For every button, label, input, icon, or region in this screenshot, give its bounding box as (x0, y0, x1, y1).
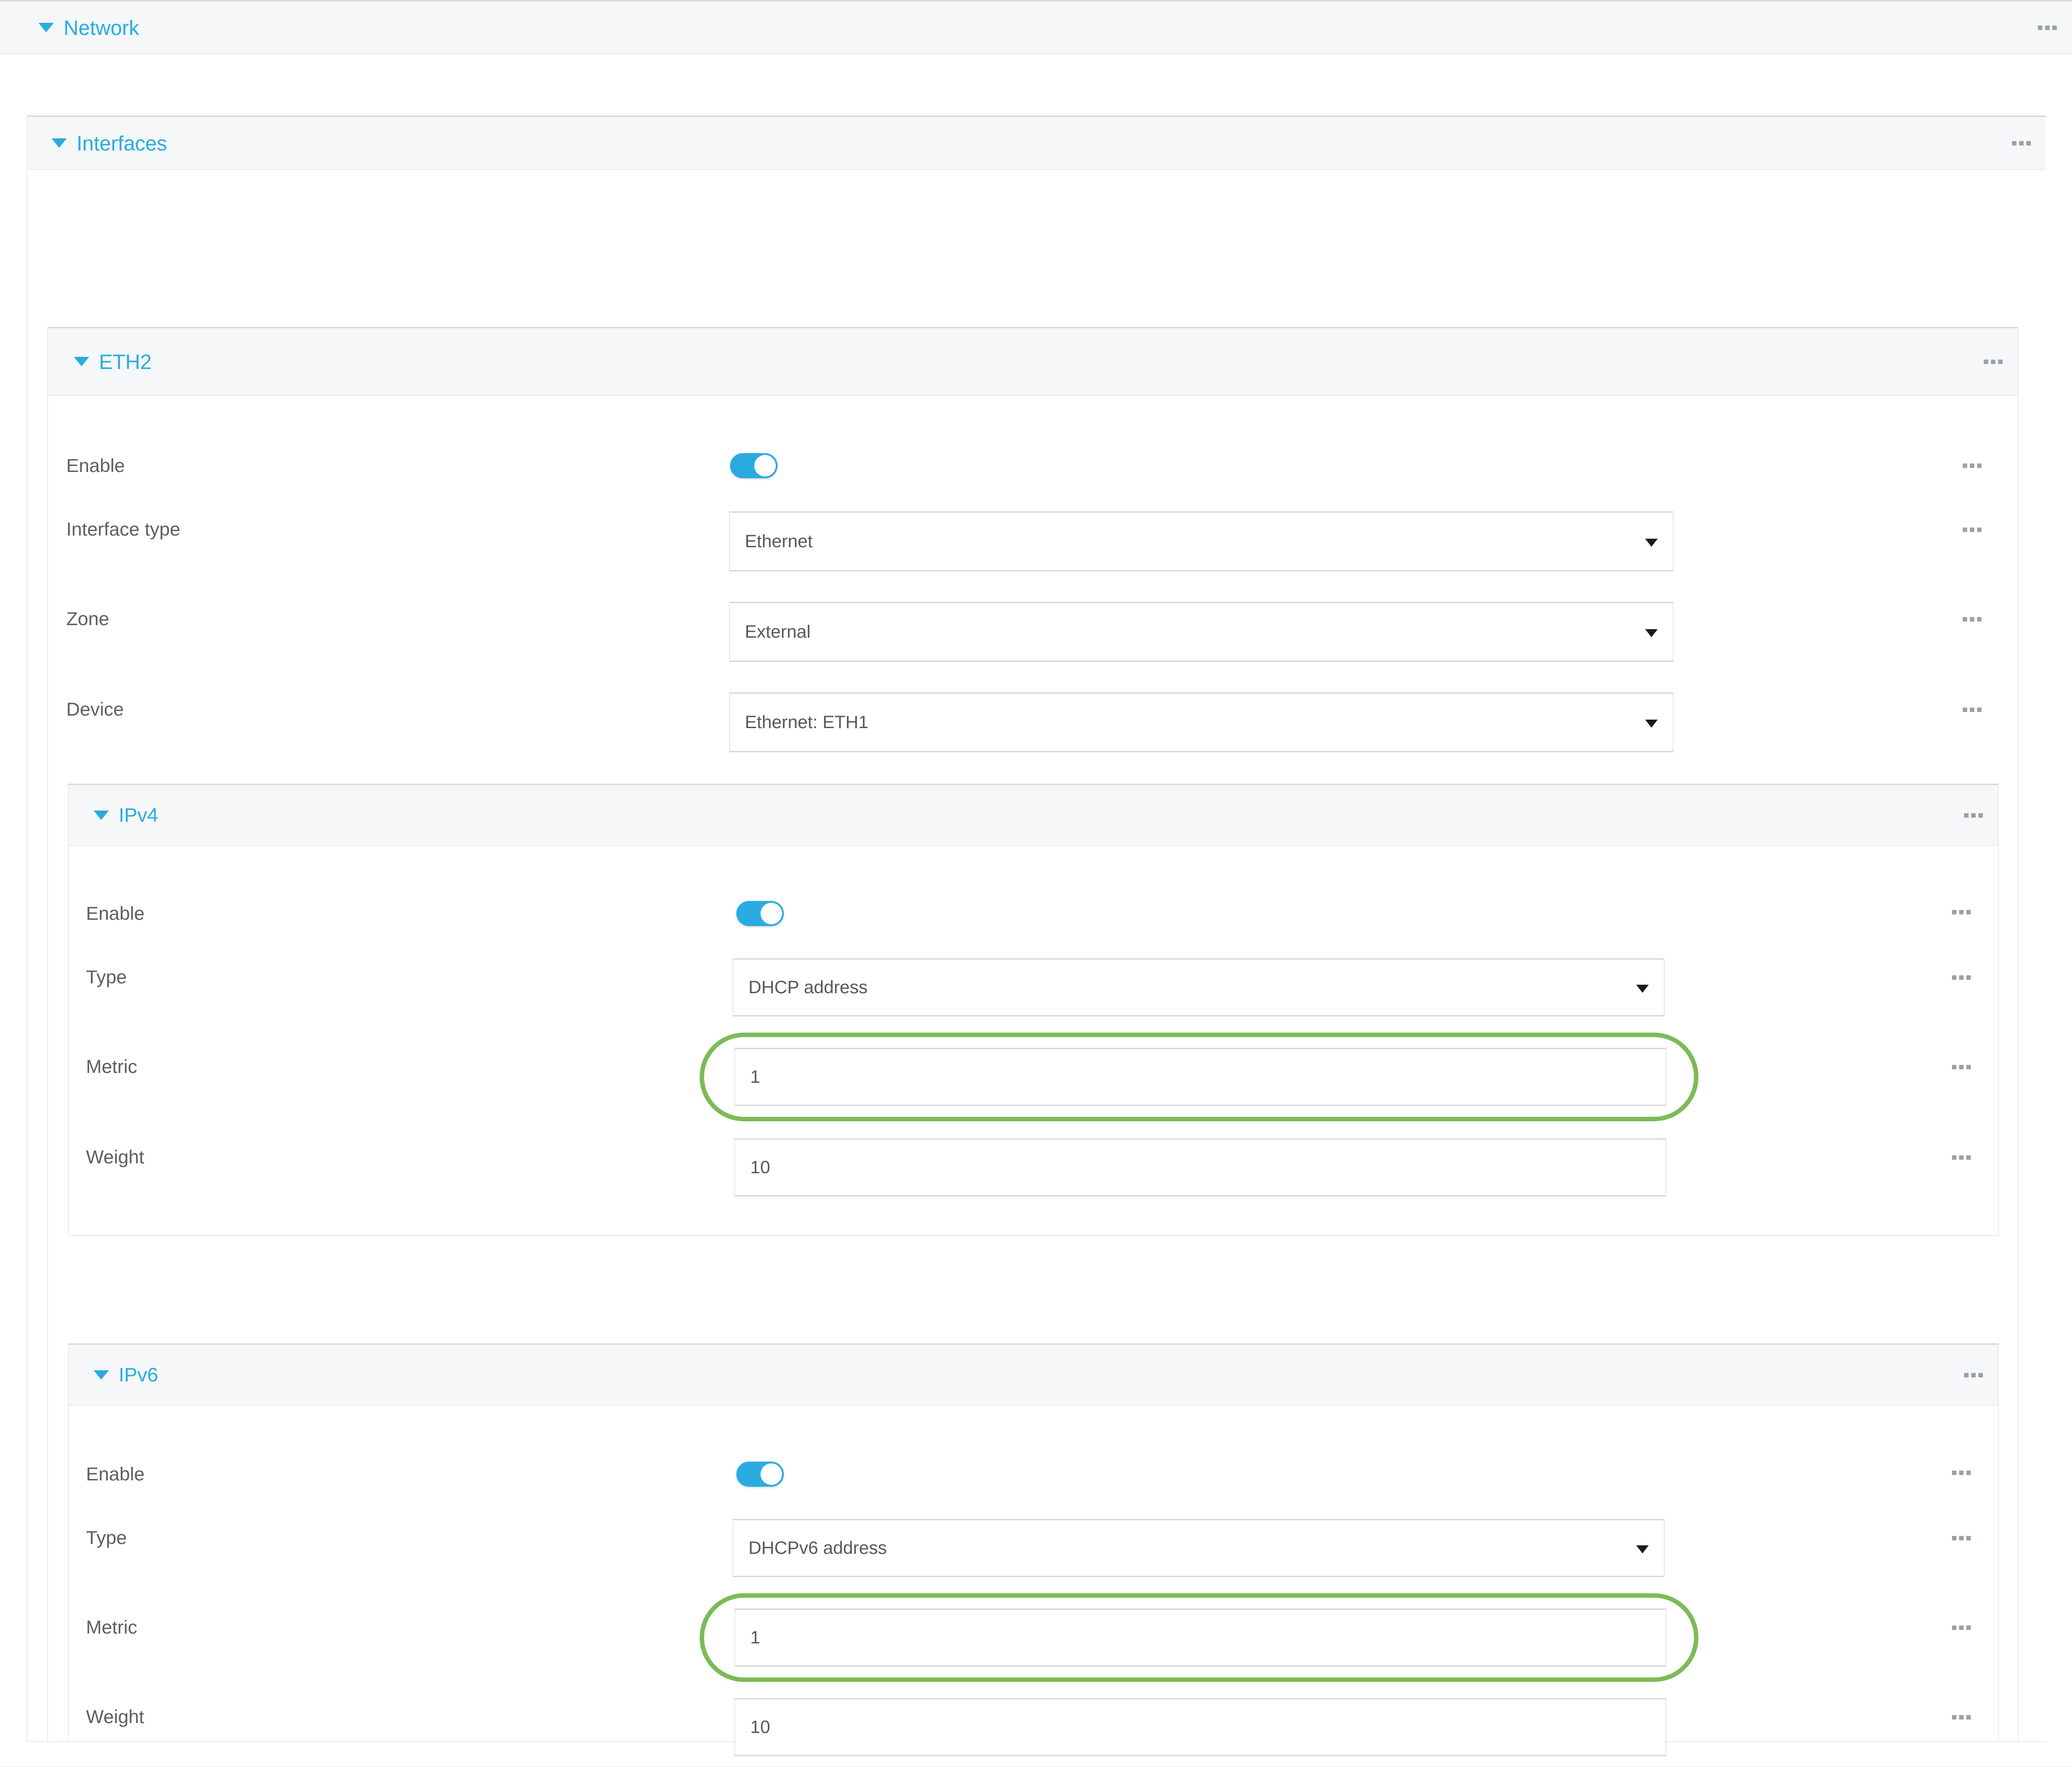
label-eth2-enable: Enable (66, 455, 125, 476)
panel-header-ipv6[interactable]: IPv6 (69, 1345, 1998, 1406)
toggle-knob (761, 1463, 782, 1485)
row-ipv6-enable: Enable (0, 1461, 2072, 1488)
ellipsis-menu-icon[interactable] (2038, 26, 2057, 30)
chevron-down-icon (1636, 1545, 1649, 1553)
panel-title-interfaces: Interfaces (77, 133, 167, 154)
label-eth2-interface-type: Interface type (66, 519, 180, 540)
ellipsis-menu-icon[interactable] (1952, 1155, 1971, 1160)
ellipsis-menu-icon[interactable] (1952, 1625, 1971, 1630)
toggle-eth2-enable[interactable] (730, 453, 778, 478)
input-ipv4-weight[interactable]: 10 (735, 1138, 1666, 1197)
select-value: DHCPv6 address (733, 1538, 887, 1558)
select-ipv6-type[interactable]: DHCPv6 address (733, 1519, 1664, 1577)
panel-header-eth2[interactable]: ETH2 (48, 328, 2018, 395)
panel-title-eth2: ETH2 (99, 352, 152, 372)
ellipsis-menu-icon[interactable] (1963, 463, 1982, 468)
ellipsis-menu-icon[interactable] (1984, 360, 2003, 364)
caret-down-icon[interactable] (74, 357, 89, 366)
toggle-knob (761, 903, 782, 924)
chevron-down-icon (1645, 720, 1658, 728)
panel-title-ipv6: IPv6 (119, 1365, 158, 1385)
label-ipv6-enable: Enable (86, 1463, 145, 1485)
select-eth2-interface-type[interactable]: Ethernet (729, 511, 1673, 571)
input-ipv4-metric[interactable]: 1 (735, 1048, 1666, 1106)
ellipsis-menu-icon[interactable] (1963, 708, 1982, 712)
select-value: External (730, 622, 811, 642)
toggle-ipv4-enable[interactable] (736, 901, 784, 926)
ellipsis-menu-icon[interactable] (1952, 1471, 1971, 1475)
caret-down-icon[interactable] (39, 23, 54, 32)
select-eth2-device[interactable]: Ethernet: ETH1 (729, 692, 1673, 752)
toggle-knob (754, 455, 776, 476)
chevron-down-icon (1636, 985, 1649, 993)
input-value: 10 (735, 1158, 770, 1178)
input-value: 1 (735, 1628, 760, 1648)
label-ipv6-metric: Metric (86, 1617, 137, 1638)
caret-down-icon[interactable] (94, 811, 109, 820)
panel-title-network: Network (64, 17, 139, 38)
ellipsis-menu-icon[interactable] (1952, 1715, 1971, 1720)
select-value: Ethernet (730, 532, 812, 552)
ellipsis-menu-icon[interactable] (1952, 975, 1971, 980)
ellipsis-menu-icon[interactable] (2012, 141, 2031, 146)
chevron-down-icon (1645, 629, 1658, 637)
row-ipv4-enable: Enable (0, 900, 2072, 927)
panel-header-network[interactable]: Network (0, 1, 2072, 54)
select-eth2-zone[interactable]: External (729, 602, 1673, 662)
panel-header-interfaces[interactable]: Interfaces (27, 117, 2046, 170)
label-ipv4-enable: Enable (86, 903, 145, 924)
label-ipv4-weight: Weight (86, 1146, 144, 1168)
label-eth2-zone: Zone (66, 608, 109, 630)
label-eth2-device: Device (66, 699, 124, 720)
ellipsis-menu-icon[interactable] (1963, 617, 1982, 622)
panel-title-ipv4: IPv4 (119, 806, 158, 825)
label-ipv4-type: Type (86, 966, 127, 988)
select-ipv4-type[interactable]: DHCP address (733, 958, 1664, 1016)
label-ipv4-metric: Metric (86, 1056, 137, 1077)
input-ipv6-weight[interactable]: 10 (735, 1698, 1666, 1756)
ellipsis-menu-icon[interactable] (1964, 813, 1983, 818)
chevron-down-icon (1645, 539, 1658, 547)
input-value: 1 (735, 1067, 760, 1087)
label-ipv6-weight: Weight (86, 1706, 144, 1728)
panel-header-ipv4[interactable]: IPv4 (69, 785, 1998, 846)
toggle-ipv6-enable[interactable] (736, 1462, 784, 1487)
caret-down-icon[interactable] (94, 1370, 109, 1380)
input-value: 10 (735, 1717, 770, 1737)
ellipsis-menu-icon[interactable] (1964, 1373, 1983, 1377)
row-eth2-enable: Enable (0, 452, 2072, 479)
ellipsis-menu-icon[interactable] (1963, 528, 1982, 532)
ellipsis-menu-icon[interactable] (1952, 1536, 1971, 1540)
ellipsis-menu-icon[interactable] (1952, 1065, 1971, 1069)
caret-down-icon[interactable] (52, 138, 67, 148)
ellipsis-menu-icon[interactable] (1952, 910, 1971, 914)
select-value: Ethernet: ETH1 (730, 712, 868, 733)
label-ipv6-type: Type (86, 1527, 127, 1548)
input-ipv6-metric[interactable]: 1 (735, 1608, 1666, 1667)
select-value: DHCP address (733, 978, 868, 998)
